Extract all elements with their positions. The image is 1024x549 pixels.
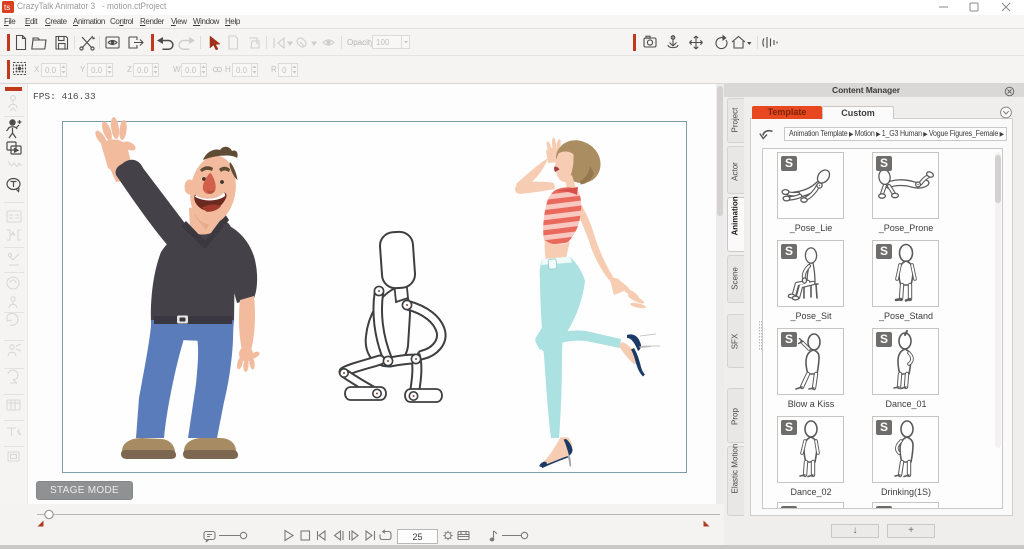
svg-text:ts: ts	[4, 3, 10, 12]
